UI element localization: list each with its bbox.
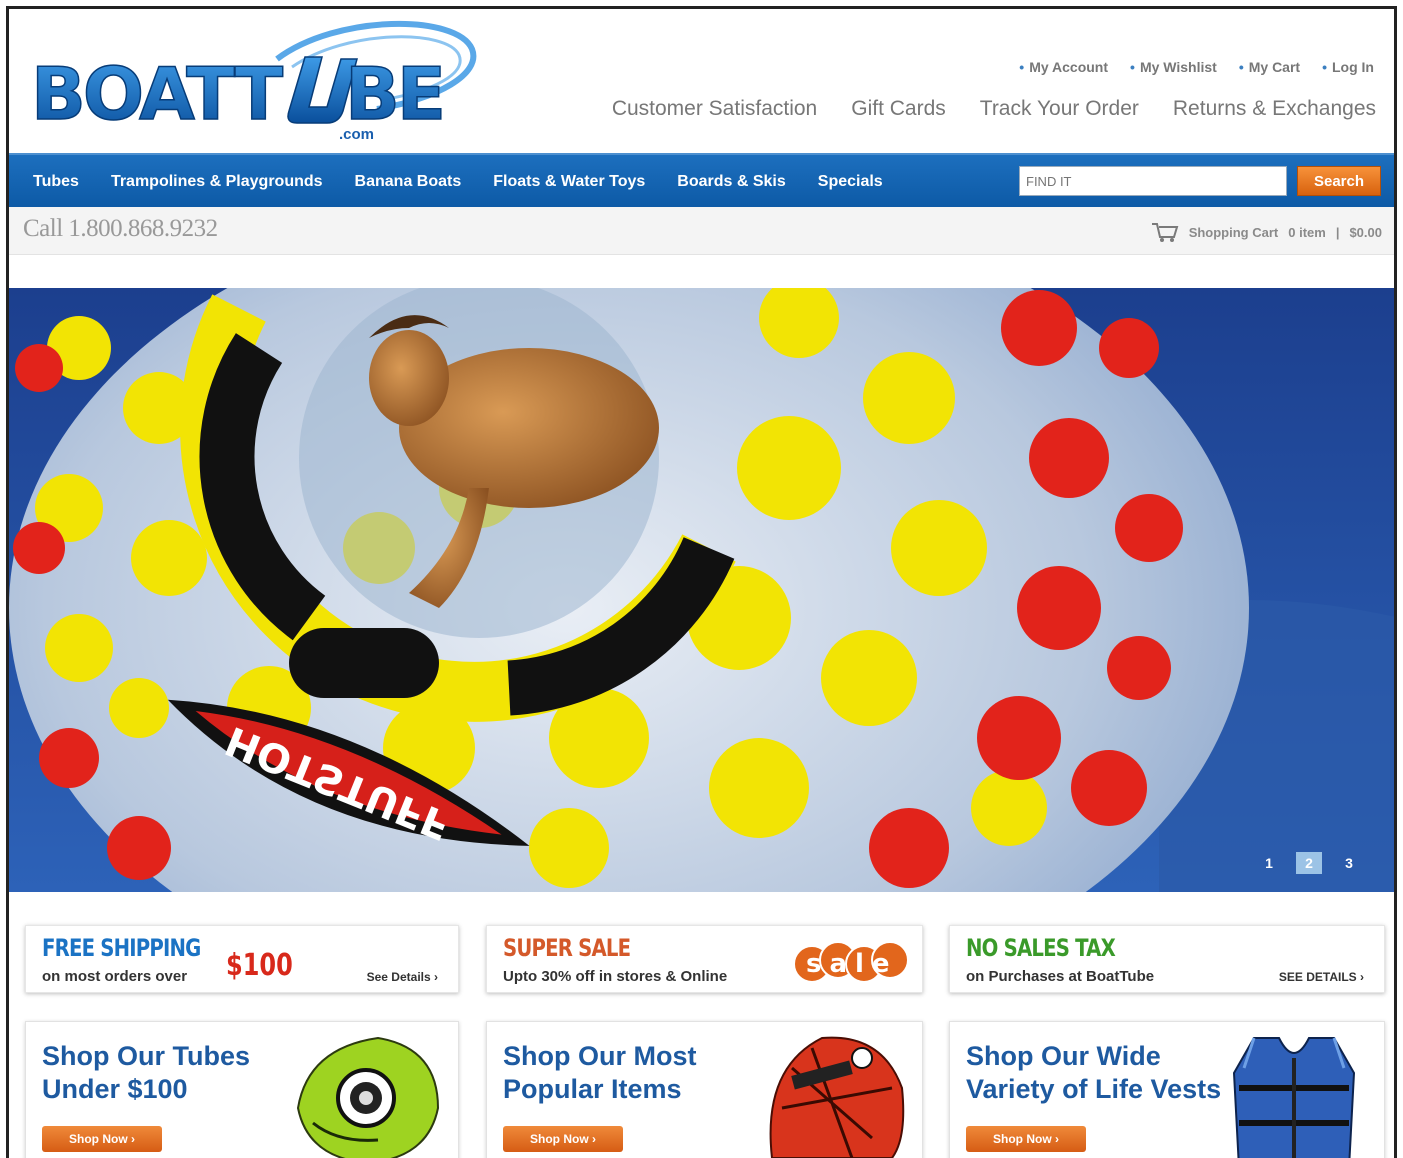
shop-panel-title: Shop Our Most Popular Items xyxy=(503,1041,697,1104)
logo-text-part2: BE xyxy=(345,52,443,136)
main-nav-bar: Tubes Trampolines & Playgrounds Banana B… xyxy=(9,153,1394,207)
phone-number: Call 1.800.868.9232 xyxy=(23,215,218,242)
nav-floats[interactable]: Floats & Water Toys xyxy=(493,173,645,191)
link-returns-exchanges[interactable]: Returns & Exchanges xyxy=(1173,97,1376,121)
red-tube-image xyxy=(769,1036,905,1158)
nav-banana-boats[interactable]: Banana Boats xyxy=(355,173,462,191)
shop-panel-tubes[interactable]: Shop Our Tubes Under $100 Shop Now › xyxy=(25,1021,459,1158)
cart-icon xyxy=(1151,223,1179,242)
shop-panel-title: Shop Our Tubes Under $100 xyxy=(42,1041,250,1104)
logo-text-part1: BOATT xyxy=(31,52,283,136)
cart-label: Shopping Cart xyxy=(1188,224,1279,240)
cart-items: 0 item xyxy=(1288,224,1326,240)
promo-title: FREE SHIPPING xyxy=(42,934,201,962)
search-input[interactable] xyxy=(1019,166,1287,196)
nav-specials[interactable]: Specials xyxy=(818,173,883,191)
link-customer-satisfaction[interactable]: Customer Satisfaction xyxy=(612,97,817,121)
util-my-account[interactable]: • My Account xyxy=(1019,59,1108,75)
nav-boards-skis[interactable]: Boards & Skis xyxy=(677,173,785,191)
promo-see-details-link[interactable]: See Details › xyxy=(367,970,438,984)
slide-pager: 1 2 3 xyxy=(1256,852,1362,874)
promo-amount: $100 xyxy=(226,948,293,983)
shop-panel-life-vests[interactable]: Shop Our Wide Variety of Life Vests Shop… xyxy=(949,1021,1385,1158)
sale-badge: sale xyxy=(793,941,909,983)
slide-dot-2[interactable]: 2 xyxy=(1296,852,1322,874)
secondary-nav: Customer Satisfaction Gift Cards Track Y… xyxy=(612,97,1376,121)
shop-now-button[interactable]: Shop Now › xyxy=(966,1126,1086,1152)
link-track-order[interactable]: Track Your Order xyxy=(980,97,1139,121)
boattube-logo[interactable]: BOATT BE .com xyxy=(27,19,487,149)
slide-dot-1[interactable]: 1 xyxy=(1256,852,1282,874)
shop-now-button[interactable]: Shop Now › xyxy=(503,1126,623,1152)
hero-banner[interactable]: HOTSTUFF 1 2 3 xyxy=(9,288,1394,892)
cart-separator: | xyxy=(1335,224,1340,240)
logo-domain: .com xyxy=(339,126,374,143)
page-frame: BOATT BE .com • My Account • My Wishlist •… xyxy=(6,6,1397,1158)
util-my-wishlist[interactable]: • My Wishlist xyxy=(1130,59,1217,75)
cart-total: $0.00 xyxy=(1349,224,1382,240)
nav-tubes[interactable]: Tubes xyxy=(33,173,79,191)
shopping-cart[interactable]: Shopping Cart 0 item | $0.00 xyxy=(1151,221,1382,243)
promo-super-sale[interactable]: SUPER SALE Upto 30% off in stores & Onli… xyxy=(486,925,923,993)
green-tube-image xyxy=(296,1036,440,1158)
hero-image: HOTSTUFF xyxy=(9,288,1394,892)
promo-subtitle: on most orders over xyxy=(42,968,188,985)
util-log-in[interactable]: • Log In xyxy=(1322,59,1374,75)
utility-links: • My Account • My Wishlist • My Cart • Log I… xyxy=(1019,59,1374,75)
life-vest-image xyxy=(1232,1037,1356,1158)
call-bar: Call 1.800.868.9232 Shopping Cart 0 item… xyxy=(9,207,1394,255)
nav-trampolines[interactable]: Trampolines & Playgrounds xyxy=(111,173,323,191)
promo-free-shipping[interactable]: FREE SHIPPING on most orders over $100 S… xyxy=(25,925,459,993)
search-button[interactable]: Search xyxy=(1297,166,1381,196)
promo-title: NO SALES TAX xyxy=(966,934,1116,962)
shop-panel-title: Shop Our Wide Variety of Life Vests xyxy=(966,1041,1222,1104)
link-gift-cards[interactable]: Gift Cards xyxy=(851,97,946,121)
promo-no-sales-tax[interactable]: NO SALES TAX on Purchases at BoatTube SE… xyxy=(949,925,1385,993)
promo-title: SUPER SALE xyxy=(503,934,631,962)
promo-subtitle: Upto 30% off in stores & Online xyxy=(503,968,728,985)
shop-panel-popular[interactable]: Shop Our Most Popular Items Shop Now › xyxy=(486,1021,923,1158)
shop-now-button[interactable]: Shop Now › xyxy=(42,1126,162,1152)
promo-see-details-link[interactable]: SEE DETAILS › xyxy=(1279,970,1364,984)
util-my-cart[interactable]: • My Cart xyxy=(1239,59,1300,75)
sale-badge-text: sale xyxy=(806,949,898,979)
promo-subtitle: on Purchases at BoatTube xyxy=(966,968,1155,985)
slide-dot-3[interactable]: 3 xyxy=(1336,852,1362,874)
